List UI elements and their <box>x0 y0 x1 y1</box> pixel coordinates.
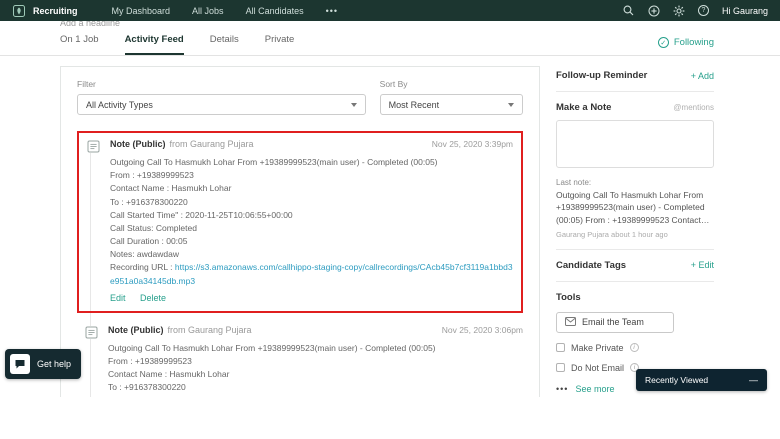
add-headline-text[interactable]: Add a headline <box>60 21 120 28</box>
tools-title: Tools <box>556 292 581 303</box>
nav-more-icon[interactable]: ••• <box>326 6 338 16</box>
right-sidebar: Follow-up Reminder + Add Make a Note @me… <box>556 60 714 404</box>
recently-viewed-bar[interactable]: Recently Viewed — <box>636 369 767 391</box>
note-timestamp: Nov 25, 2020 3:39pm <box>432 139 513 149</box>
edit-link[interactable]: Edit <box>110 293 126 303</box>
note-line: Outgoing Call To Hasmukh Lohar From +193… <box>108 342 523 355</box>
note-line: To : +916378300220 <box>108 381 523 394</box>
nav-item-all-candidates[interactable]: All Candidates <box>246 6 304 16</box>
do-not-email-checkbox[interactable] <box>556 363 565 372</box>
feed-item-note-1: Note (Public) from Gaurang Pujara Nov 25… <box>77 131 523 313</box>
note-line: Outgoing Call To Hasmukh Lohar From +193… <box>110 156 513 169</box>
activity-type-value: All Activity Types <box>86 100 153 110</box>
get-help-button[interactable]: Get help <box>5 349 81 379</box>
check-circle-icon: ✓ <box>658 37 669 48</box>
note-line: Contact Name : Hasmukh Lohar <box>110 182 513 195</box>
followup-reminder-title: Follow-up Reminder <box>556 70 647 81</box>
tab-activity-feed[interactable]: Activity Feed <box>125 34 184 55</box>
note-author: from Gaurang Pujara <box>170 139 254 149</box>
last-note-text: Outgoing Call To Hasmukh Lohar From +193… <box>556 189 714 226</box>
email-the-team-label: Email the Team <box>582 317 644 327</box>
note-title: Note (Public) <box>110 139 166 149</box>
tab-on-1-job[interactable]: On 1 Job <box>60 34 99 55</box>
minimize-icon[interactable]: — <box>749 375 758 385</box>
chat-bubble-icon <box>10 354 30 374</box>
sort-select[interactable]: Most Recent <box>380 94 523 115</box>
recording-url-label: Recording URL : <box>110 262 173 272</box>
nav-item-all-jobs[interactable]: All Jobs <box>192 6 224 16</box>
edit-tags-link[interactable]: + Edit <box>691 260 714 270</box>
app-logo-icon[interactable] <box>12 4 25 17</box>
note-input[interactable] <box>556 120 714 168</box>
info-icon: i <box>630 343 639 352</box>
note-line: From : +19389999523 <box>110 169 513 182</box>
chevron-down-icon <box>351 103 357 107</box>
note-body: Outgoing Call To Hasmukh Lohar From +193… <box>110 156 513 288</box>
nav-item-my-dashboard[interactable]: My Dashboard <box>112 6 171 16</box>
note-line: Call Started Time" : 2020-11-25T09:34:29… <box>108 394 523 397</box>
note-icon <box>85 326 98 339</box>
get-help-label: Get help <box>37 359 71 369</box>
note-title: Note (Public) <box>108 325 164 335</box>
filter-label: Filter <box>77 79 366 89</box>
note-line: Call Status: Completed <box>110 222 513 235</box>
make-a-note-title: Make a Note <box>556 102 611 113</box>
feed-item-note-2: Note (Public) from Gaurang Pujara Nov 25… <box>77 319 523 397</box>
add-reminder-link[interactable]: + Add <box>691 71 714 81</box>
note-line: Contact Name : Hasmukh Lohar <box>108 368 523 381</box>
ellipsis-icon: ••• <box>556 384 568 394</box>
feed-list: Note (Public) from Gaurang Pujara Nov 25… <box>77 131 523 397</box>
nav-items: My Dashboard All Jobs All Candidates ••• <box>112 6 339 16</box>
headline-strip: Add a headline <box>60 21 120 29</box>
tab-private[interactable]: Private <box>265 34 295 55</box>
note-line: Call Started Time" : 2020-11-25T10:06:55… <box>110 209 513 222</box>
top-navbar: Recruiting My Dashboard All Jobs All Can… <box>0 0 780 21</box>
sort-by-label: Sort By <box>380 79 523 89</box>
do-not-email-label: Do Not Email <box>571 363 624 373</box>
note-line: Notes: awdawdaw <box>110 248 513 261</box>
note-icon <box>87 140 100 153</box>
user-menu[interactable]: Hi Gaurang <box>722 6 768 16</box>
last-note-label: Last note: <box>556 178 714 187</box>
nav-right-group: ? Hi Gaurang <box>623 5 768 17</box>
note-author: from Gaurang Pujara <box>168 325 252 335</box>
help-icon[interactable]: ? <box>698 5 709 16</box>
filter-row: Filter All Activity Types Sort By Most R… <box>77 79 523 115</box>
tab-details[interactable]: Details <box>210 34 239 55</box>
chevron-down-icon <box>508 103 514 107</box>
activity-type-select[interactable]: All Activity Types <box>77 94 366 115</box>
following-label: Following <box>674 37 714 48</box>
make-private-row[interactable]: Make Private i <box>556 343 714 353</box>
note-actions: Edit Delete <box>110 293 513 303</box>
recently-viewed-label: Recently Viewed <box>645 375 708 385</box>
recording-line: Recording URL : https://s3.amazonaws.com… <box>110 261 513 287</box>
note-line: To : +916378300220 <box>110 196 513 209</box>
note-line: From : +19389999523 <box>108 355 523 368</box>
settings-gear-icon[interactable] <box>673 5 685 17</box>
search-icon[interactable] <box>623 5 635 17</box>
see-more-link[interactable]: See more <box>575 384 614 394</box>
following-toggle[interactable]: ✓ Following <box>658 37 714 48</box>
make-private-label: Make Private <box>571 343 624 353</box>
envelope-icon <box>565 317 576 328</box>
followup-reminder-section: Follow-up Reminder + Add <box>556 60 714 92</box>
note-timestamp: Nov 25, 2020 3:06pm <box>442 325 523 335</box>
candidate-tags-section: Candidate Tags + Edit <box>556 250 714 282</box>
email-the-team-button[interactable]: Email the Team <box>556 312 674 333</box>
add-icon[interactable] <box>648 5 660 17</box>
make-private-checkbox[interactable] <box>556 343 565 352</box>
make-a-note-section: Make a Note @mentions Last note: Outgoin… <box>556 92 714 250</box>
delete-link[interactable]: Delete <box>140 293 166 303</box>
app-name: Recruiting <box>33 6 78 16</box>
note-body: Outgoing Call To Hasmukh Lohar From +193… <box>108 342 523 397</box>
activity-feed-card: Filter All Activity Types Sort By Most R… <box>60 66 540 397</box>
last-note-meta: Gaurang Pujara about 1 hour ago <box>556 230 714 239</box>
candidate-tags-title: Candidate Tags <box>556 260 626 271</box>
sort-value: Most Recent <box>389 100 440 110</box>
note-line: Call Duration : 00:05 <box>110 235 513 248</box>
mentions-hint: @mentions <box>673 103 714 112</box>
